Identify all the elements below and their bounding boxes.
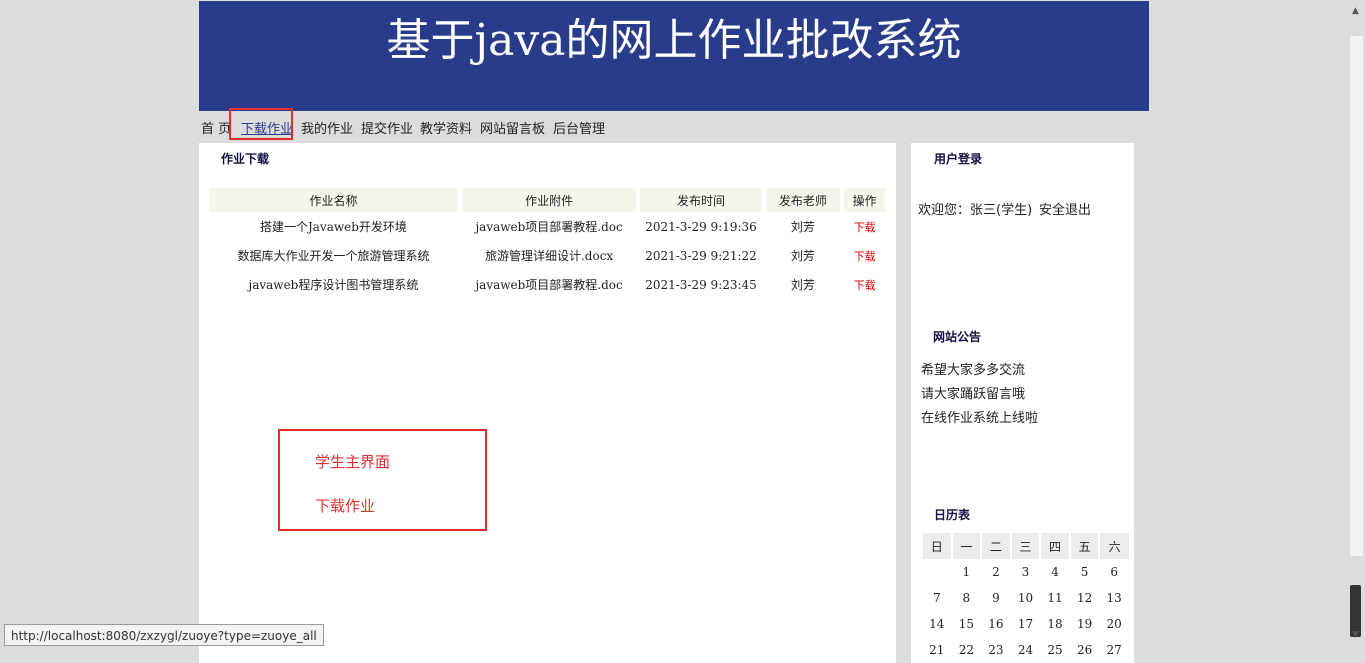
homework-name: javaweb程序设计图书管理系统 bbox=[248, 278, 419, 292]
column-header-name: 作业名称 bbox=[209, 188, 458, 212]
weekday: 五 bbox=[1068, 533, 1100, 559]
calendar-day: 23 bbox=[988, 643, 1004, 657]
section-title: 作业下载 bbox=[221, 152, 270, 166]
homework-attachment: 旅游管理详细设计.docx bbox=[484, 249, 614, 263]
homework-name: 搭建一个Javaweb开发环境 bbox=[259, 220, 407, 234]
nav-item-message-board[interactable]: 网站留言板 bbox=[480, 118, 545, 137]
scroll-track[interactable] bbox=[1350, 36, 1363, 556]
welcome-text: 欢迎您：张三(学生) bbox=[918, 203, 1033, 218]
nav-item-teaching-materials[interactable]: 教学资料 bbox=[420, 118, 472, 137]
calendar-day: 14 bbox=[929, 617, 945, 631]
nav-item-submit-homework[interactable]: 提交作业 bbox=[361, 118, 413, 137]
table-row: 数据库大作业开发一个旅游管理系统 旅游管理详细设计.docx 2021-3-29… bbox=[209, 241, 885, 270]
calendar-table: 日 一 二 三 四 五 六 1 2 3 4 5 6 7 8 9 10 11 12… bbox=[921, 533, 1129, 663]
table-header-row: 作业名称 作业附件 发布时间 发布老师 操作 bbox=[209, 188, 885, 212]
calendar-day: 13 bbox=[1106, 591, 1122, 605]
table-row: 搭建一个Javaweb开发环境 javaweb项目部署教程.doc 2021-3… bbox=[209, 212, 885, 241]
annotation-line-2: 下载作业 bbox=[315, 497, 376, 515]
table-row: javaweb程序设计图书管理系统 javaweb项目部署教程.doc 2021… bbox=[209, 270, 885, 299]
calendar-day: 12 bbox=[1076, 591, 1093, 605]
notice-item[interactable]: 请大家踊跃留言哦 bbox=[921, 383, 1025, 402]
calendar-week: 21 22 23 24 25 26 27 bbox=[922, 637, 1129, 663]
calendar-title: 日历表 bbox=[934, 508, 971, 522]
homework-teacher: 刘芳 bbox=[790, 220, 815, 234]
notice-title: 网站公告 bbox=[933, 330, 982, 344]
column-header-time: 发布时间 bbox=[640, 188, 762, 212]
weekday: 六 bbox=[1098, 533, 1129, 559]
scroll-up-icon[interactable]: ▲ bbox=[1352, 6, 1359, 16]
column-header-action: 操作 bbox=[844, 188, 885, 212]
logout-link[interactable]: 安全退出 bbox=[1039, 199, 1091, 218]
calendar-day: 5 bbox=[1080, 565, 1089, 579]
calendar-day: 11 bbox=[1047, 591, 1063, 605]
sidebar: 用户登录 欢迎您：张三(学生) 安全退出 网站公告 希望大家多多交流 请大家踊跃… bbox=[911, 143, 1134, 663]
calendar-day: 9 bbox=[992, 591, 1000, 605]
calendar-day: 19 bbox=[1076, 617, 1093, 631]
homework-table: 作业名称 作业附件 发布时间 发布老师 操作 搭建一个Javaweb开发环境 j… bbox=[205, 188, 889, 299]
annotation-line-1: 学生主界面 bbox=[315, 453, 391, 471]
calendar-day: 10 bbox=[1017, 591, 1034, 605]
homework-attachment: javaweb项目部署教程.doc bbox=[475, 220, 623, 234]
nav-item-my-homework[interactable]: 我的作业 bbox=[301, 118, 353, 137]
calendar-week: 1 2 3 4 5 6 bbox=[922, 559, 1129, 585]
calendar-day: 17 bbox=[1017, 617, 1034, 631]
scroll-down-icon[interactable]: ▼ bbox=[1352, 630, 1359, 640]
calendar-day: 18 bbox=[1047, 617, 1063, 631]
weekday: 四 bbox=[1039, 533, 1070, 559]
calendar-day: 24 bbox=[1017, 643, 1034, 657]
nav-item-home[interactable]: 首 页 bbox=[201, 118, 231, 137]
download-link[interactable]: 下载 bbox=[844, 270, 885, 299]
homework-time: 2021-3-29 9:19:36 bbox=[645, 219, 757, 234]
notice-item[interactable]: 希望大家多多交流 bbox=[921, 359, 1025, 378]
site-banner: 基于java的网上作业批改系统 bbox=[199, 1, 1149, 111]
calendar-day bbox=[922, 559, 952, 585]
column-header-attachment: 作业附件 bbox=[461, 188, 637, 212]
calendar-weekday-row: 日 一 二 三 四 五 六 bbox=[921, 533, 1129, 559]
weekday: 三 bbox=[1009, 533, 1041, 559]
homework-teacher: 刘芳 bbox=[790, 278, 815, 292]
status-bar-url: http://localhost:8080/zxzygl/zuoye?type=… bbox=[4, 624, 324, 646]
calendar-day: 20 bbox=[1106, 617, 1122, 631]
calendar-day: 8 bbox=[962, 591, 971, 605]
calendar-day: 21 bbox=[929, 643, 945, 657]
weekday: 一 bbox=[950, 533, 982, 559]
calendar-day: 1 bbox=[962, 565, 971, 579]
main-content: 作业下载 作业名称 作业附件 发布时间 发布老师 操作 搭建一个Javaweb开… bbox=[199, 143, 896, 663]
calendar-day: 26 bbox=[1076, 643, 1093, 657]
site-title: 基于java的网上作业批改系统 bbox=[386, 15, 962, 66]
annotation-box: 学生主界面 下载作业 bbox=[278, 429, 487, 531]
homework-time: 2021-3-29 9:21:22 bbox=[645, 248, 757, 263]
homework-name: 数据库大作业开发一个旅游管理系统 bbox=[237, 249, 430, 263]
notice-item[interactable]: 在线作业系统上线啦 bbox=[921, 407, 1038, 426]
login-title: 用户登录 bbox=[934, 152, 983, 166]
calendar-day: 4 bbox=[1051, 565, 1059, 579]
homework-attachment: javaweb项目部署教程.doc bbox=[475, 278, 623, 292]
vertical-scrollbar[interactable]: ▲ ▼ bbox=[1348, 0, 1365, 651]
weekday: 日 bbox=[921, 533, 952, 559]
calendar-day: 16 bbox=[988, 617, 1004, 631]
calendar-day: 15 bbox=[958, 617, 974, 631]
calendar-day: 27 bbox=[1106, 643, 1122, 657]
calendar-day: 6 bbox=[1110, 565, 1118, 579]
calendar-day: 3 bbox=[1021, 565, 1030, 579]
column-header-teacher: 发布老师 bbox=[765, 188, 841, 212]
homework-teacher: 刘芳 bbox=[790, 249, 815, 263]
calendar-day: 25 bbox=[1047, 643, 1063, 657]
calendar-week: 14 15 16 17 18 19 20 bbox=[922, 611, 1129, 637]
weekday: 二 bbox=[980, 533, 1011, 559]
download-link[interactable]: 下载 bbox=[844, 241, 885, 270]
nav-item-admin[interactable]: 后台管理 bbox=[553, 118, 605, 137]
calendar-week: 7 8 9 10 11 12 13 bbox=[922, 585, 1129, 611]
calendar-day: 2 bbox=[992, 565, 1000, 579]
calendar-day: 22 bbox=[958, 643, 974, 657]
download-link[interactable]: 下载 bbox=[844, 212, 885, 241]
nav-highlight-box bbox=[229, 108, 293, 140]
homework-time: 2021-3-29 9:23:45 bbox=[645, 277, 757, 292]
calendar-day: 7 bbox=[932, 591, 941, 605]
